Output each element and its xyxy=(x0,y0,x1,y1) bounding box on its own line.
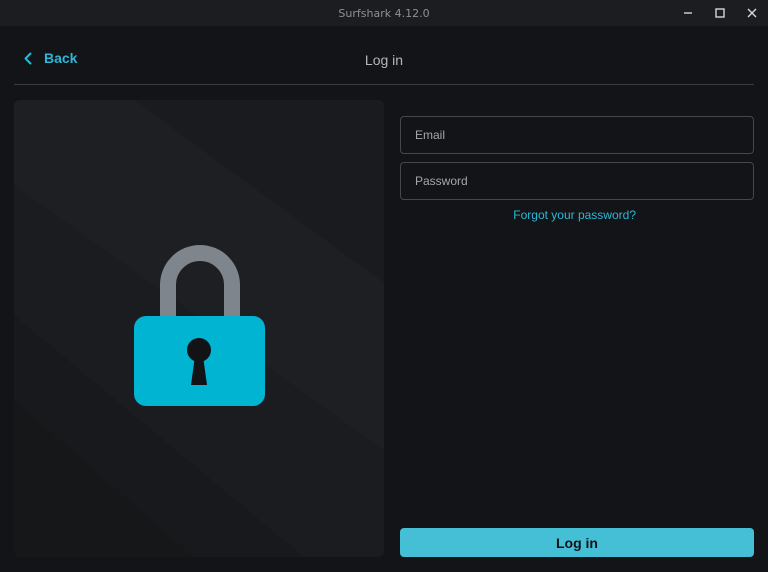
page-title: Log in xyxy=(364,52,404,68)
padlock-icon xyxy=(134,245,265,406)
minimize-icon xyxy=(684,12,692,14)
login-button[interactable]: Log in xyxy=(400,528,754,557)
title-bar[interactable]: Surfshark 4.12.0 xyxy=(0,0,768,26)
maximize-button[interactable] xyxy=(704,0,736,26)
minimize-button[interactable] xyxy=(672,0,704,26)
app-window: Surfshark 4.12.0 Back Log in Email Forgo… xyxy=(0,0,768,572)
window-controls xyxy=(672,0,768,26)
email-field-container xyxy=(400,116,754,154)
password-field-container xyxy=(400,162,754,200)
email-input[interactable] xyxy=(401,117,753,153)
maximize-icon xyxy=(715,8,725,18)
password-input[interactable] xyxy=(401,163,753,199)
close-button[interactable] xyxy=(736,0,768,26)
forgot-password-link[interactable]: Forgot your password? xyxy=(400,208,754,222)
page-header: Back Log in xyxy=(14,40,754,85)
window-title: Surfshark 4.12.0 xyxy=(338,6,430,20)
login-illustration xyxy=(14,100,384,557)
login-form: Forgot your password? xyxy=(400,116,754,222)
close-icon xyxy=(747,8,757,18)
